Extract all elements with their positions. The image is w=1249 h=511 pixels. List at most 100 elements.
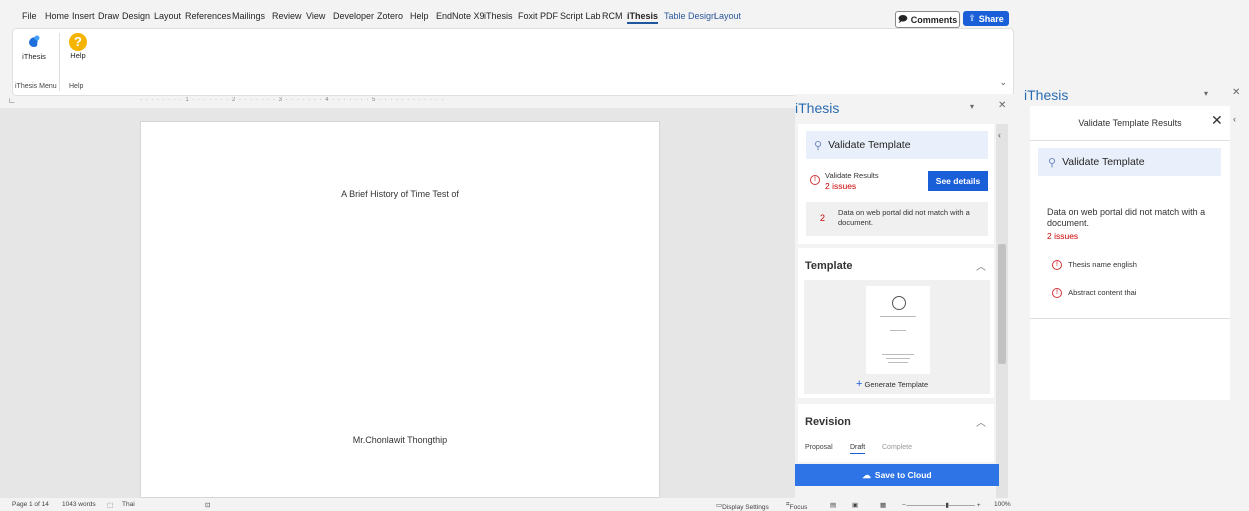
results-header: Validate Template Results ✕ [1030,106,1230,141]
template-section-title: Template [805,260,853,272]
wrench-icon: ⚲ [814,139,823,152]
tab-review[interactable]: Review [272,11,302,21]
results-card: Validate Template Results ✕ ⚲ Validate T… [1030,106,1230,400]
zoom-level[interactable]: 100% [994,501,1011,508]
tab-view[interactable]: View [306,11,325,21]
template-preview-area: + Generate Template [804,280,990,394]
issue-row: 2 Data on web portal did not match with … [806,202,988,236]
tab-table-design[interactable]: Table Design [664,11,716,21]
collapse-ribbon-chevron-icon[interactable]: ⌄ [999,77,1007,88]
validate-card: ⚲ Validate Template ! Validate Results 2… [798,124,994,244]
ithesis-logo-icon [29,35,40,47]
ithesis-ribbon-button[interactable]: iThesis [19,34,49,61]
ribbon: iThesis ? Help iThesis Menu Help ⌄ [12,28,1014,96]
pane-scrollbar[interactable] [996,124,1008,498]
document-page[interactable]: A Brief History of Time Test of Mr.Chonl… [140,121,660,498]
tab-draw[interactable]: Draw [98,11,119,21]
tab-layout[interactable]: Layout [154,11,181,21]
ruler-marks: · · · · · · · · 1 · · · · · · · 2 · · · … [140,97,445,103]
results-close-icon[interactable]: ✕ [1211,112,1223,129]
results-issues-count: 2 issues [1047,231,1079,241]
results-header-title: Validate Template Results [1078,118,1182,128]
tab-rcm[interactable]: RCM [602,11,623,21]
results-validate-template-button[interactable]: ⚲ Validate Template [1038,148,1221,176]
tab-mailings[interactable]: Mailings [232,11,265,21]
horizontal-ruler[interactable]: · · · · · · · · 1 · · · · · · · 2 · · · … [140,97,660,107]
pane-close-icon[interactable]: ✕ [998,100,1006,111]
tab-home[interactable]: Home [45,11,69,21]
tab-file[interactable]: File [22,11,37,21]
tab-zotero[interactable]: Zotero [377,11,403,21]
display-settings-button[interactable]: ▭ Display Settings [716,501,769,511]
help-icon: ? [69,33,87,51]
tab-stop-selector[interactable]: ∟ [8,96,16,105]
results-collapse-chevron-icon[interactable]: ‹ [1233,114,1236,124]
revision-tab-proposal[interactable]: Proposal [805,444,833,451]
tab-table-layout[interactable]: Layout [714,11,741,21]
tab-foxit-pdf[interactable]: Foxit PDF [518,11,558,21]
results-message: Data on web portal did not match with a … [1047,207,1206,228]
share-icon: ⇪ [968,13,976,23]
revision-tab-complete[interactable]: Complete [882,444,912,451]
tab-insert[interactable]: Insert [72,11,95,21]
document-title-line[interactable]: A Brief History of Time Test of [141,189,659,199]
tab-ithesis-plugin[interactable]: iThesis [484,11,513,21]
validate-template-button[interactable]: ⚲ Validate Template [806,131,988,159]
ithesis-ribbon-label: iThesis [22,52,46,61]
focus-label: Focus [789,504,808,511]
issues-count: 2 issues [825,181,857,191]
revision-section: Revision ︿ Proposal Draft Complete [798,404,994,462]
warning-icon: ! [810,171,820,189]
tab-references[interactable]: References [185,11,231,21]
proofing-icon[interactable]: ⬚ [107,501,113,509]
generate-template-label: Generate Template [864,380,929,389]
issue-item[interactable]: ! Thesis name english [1052,260,1137,271]
focus-button[interactable]: ⌗ Focus [786,501,807,511]
template-thumbnail[interactable] [866,286,930,374]
template-collapse-chevron-icon[interactable]: ︿ [976,258,986,273]
word-count[interactable]: 1043 words [62,501,96,508]
issue-warning-icon: ! [1052,288,1062,299]
pane-scrollbar-thumb[interactable] [998,244,1006,364]
collapse-left-chevron-icon[interactable]: ‹ [998,130,1001,140]
tab-ithesis[interactable]: iThesis [627,11,659,24]
help-ribbon-button[interactable]: ? Help [63,33,93,60]
issue-row-message: Data on web portal did not match with a … [838,208,970,227]
issue-item-label: Thesis name english [1068,260,1137,269]
print-layout-icon[interactable]: ▣ [852,501,858,509]
tab-script-lab[interactable]: Script Lab [560,11,601,21]
see-details-button[interactable]: See details [928,171,988,191]
share-button[interactable]: ⇪ Share [963,11,1009,26]
web-layout-icon[interactable]: ▦ [880,501,886,509]
generate-template-button[interactable]: + Generate Template [856,378,928,390]
results-pane-title: iThesis [1024,87,1069,103]
help-ribbon-label: Help [70,51,86,60]
tab-endnote[interactable]: EndNote X9 [436,11,485,21]
results-pane-close-icon[interactable]: ✕ [1232,87,1240,98]
revision-collapse-chevron-icon[interactable]: ︿ [976,414,986,429]
document-author-line[interactable]: Mr.Chonlawit Thongthip [141,435,659,445]
results-pane-options-chevron-icon[interactable]: ▾ [1204,89,1208,98]
ribbon-divider [59,33,60,91]
tab-developer[interactable]: Developer [333,11,374,21]
tab-help[interactable]: Help [410,11,429,21]
pane-options-chevron-icon[interactable]: ▾ [970,102,974,111]
template-section: Template ︿ + Generate Template [798,248,994,398]
tab-design[interactable]: Design [122,11,150,21]
page-count[interactable]: Page 1 of 14 [12,501,49,508]
comments-button[interactable]: 🗩 Comments [895,11,960,28]
issue-item[interactable]: ! Abstract content thai [1052,288,1136,299]
accessibility-icon[interactable]: ⊡ [205,501,210,509]
pane-title: iThesis [795,100,840,116]
ithesis-results-pane: iThesis ▾ ✕ Validate Template Results ✕ … [1019,82,1249,487]
comment-icon: 🗩 [897,13,908,24]
read-mode-icon[interactable]: ▤ [830,501,836,509]
share-label: Share [978,13,1004,24]
revision-tab-draft[interactable]: Draft [850,444,866,454]
save-to-cloud-button[interactable]: ☁ Save to Cloud [795,464,999,486]
zoom-slider[interactable]: − ——————▮———— + [902,501,981,509]
group-help-label: Help [69,83,84,90]
language-indicator[interactable]: Thai [122,501,135,508]
menu-bar: File Home Insert Draw Design Layout Refe… [0,8,1015,28]
plus-icon: + [856,378,863,390]
